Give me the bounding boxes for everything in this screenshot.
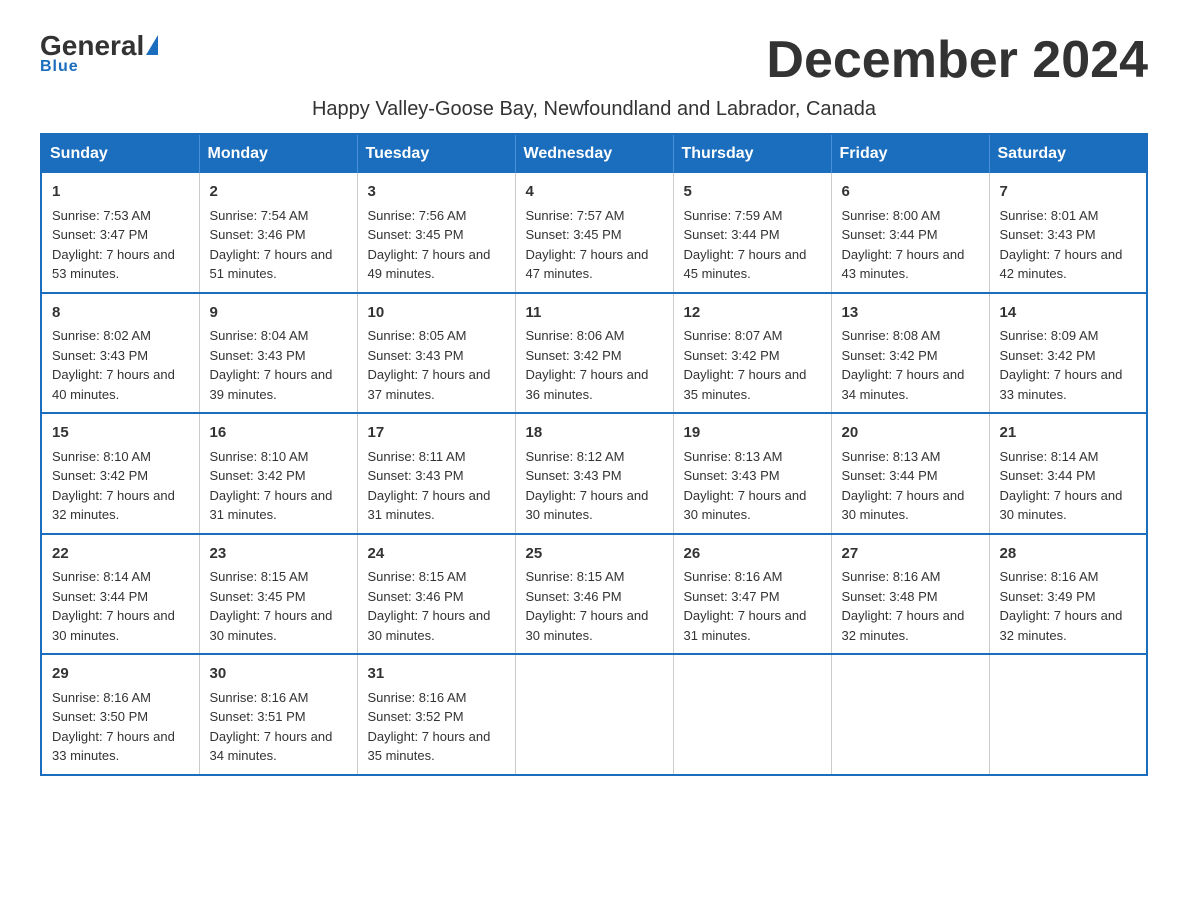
calendar-cell: 8Sunrise: 8:02 AMSunset: 3:43 PMDaylight…: [41, 293, 199, 414]
day-number: 16: [210, 422, 347, 445]
day-number: 17: [368, 422, 505, 445]
day-number: 20: [842, 422, 979, 445]
calendar-cell: 2Sunrise: 7:54 AMSunset: 3:46 PMDaylight…: [199, 173, 357, 293]
calendar-cell: [831, 654, 989, 775]
day-number: 12: [684, 302, 821, 325]
day-number: 15: [52, 422, 189, 445]
day-number: 11: [526, 302, 663, 325]
col-header-saturday: Saturday: [989, 134, 1147, 173]
calendar-cell: 10Sunrise: 8:05 AMSunset: 3:43 PMDayligh…: [357, 293, 515, 414]
day-number: 23: [210, 543, 347, 566]
calendar-cell: 23Sunrise: 8:15 AMSunset: 3:45 PMDayligh…: [199, 534, 357, 655]
calendar-cell: 12Sunrise: 8:07 AMSunset: 3:42 PMDayligh…: [673, 293, 831, 414]
day-number: 8: [52, 302, 189, 325]
col-header-monday: Monday: [199, 134, 357, 173]
day-number: 29: [52, 663, 189, 686]
logo-blue-text: Blue: [40, 58, 79, 76]
calendar-cell: 14Sunrise: 8:09 AMSunset: 3:42 PMDayligh…: [989, 293, 1147, 414]
day-number: 21: [1000, 422, 1137, 445]
calendar-cell: 20Sunrise: 8:13 AMSunset: 3:44 PMDayligh…: [831, 413, 989, 534]
week-row-3: 15Sunrise: 8:10 AMSunset: 3:42 PMDayligh…: [41, 413, 1147, 534]
day-number: 18: [526, 422, 663, 445]
day-number: 31: [368, 663, 505, 686]
day-number: 3: [368, 181, 505, 204]
calendar-cell: 11Sunrise: 8:06 AMSunset: 3:42 PMDayligh…: [515, 293, 673, 414]
calendar: SundayMondayTuesdayWednesdayThursdayFrid…: [40, 133, 1148, 776]
calendar-cell: 1Sunrise: 7:53 AMSunset: 3:47 PMDaylight…: [41, 173, 199, 293]
month-title: December 2024: [766, 30, 1148, 90]
calendar-cell: 13Sunrise: 8:08 AMSunset: 3:42 PMDayligh…: [831, 293, 989, 414]
calendar-cell: 29Sunrise: 8:16 AMSunset: 3:50 PMDayligh…: [41, 654, 199, 775]
calendar-cell: 19Sunrise: 8:13 AMSunset: 3:43 PMDayligh…: [673, 413, 831, 534]
day-number: 5: [684, 181, 821, 204]
calendar-cell: 30Sunrise: 8:16 AMSunset: 3:51 PMDayligh…: [199, 654, 357, 775]
day-number: 24: [368, 543, 505, 566]
calendar-cell: 15Sunrise: 8:10 AMSunset: 3:42 PMDayligh…: [41, 413, 199, 534]
subtitle: Happy Valley-Goose Bay, Newfoundland and…: [40, 98, 1148, 121]
day-number: 28: [1000, 543, 1137, 566]
calendar-cell: 28Sunrise: 8:16 AMSunset: 3:49 PMDayligh…: [989, 534, 1147, 655]
week-row-1: 1Sunrise: 7:53 AMSunset: 3:47 PMDaylight…: [41, 173, 1147, 293]
day-number: 25: [526, 543, 663, 566]
day-number: 13: [842, 302, 979, 325]
calendar-header-row: SundayMondayTuesdayWednesdayThursdayFrid…: [41, 134, 1147, 173]
logo-triangle-icon: [146, 35, 158, 55]
calendar-cell: 18Sunrise: 8:12 AMSunset: 3:43 PMDayligh…: [515, 413, 673, 534]
col-header-tuesday: Tuesday: [357, 134, 515, 173]
calendar-cell: 6Sunrise: 8:00 AMSunset: 3:44 PMDaylight…: [831, 173, 989, 293]
calendar-cell: 4Sunrise: 7:57 AMSunset: 3:45 PMDaylight…: [515, 173, 673, 293]
col-header-wednesday: Wednesday: [515, 134, 673, 173]
calendar-cell: 22Sunrise: 8:14 AMSunset: 3:44 PMDayligh…: [41, 534, 199, 655]
header: General Blue December 2024: [40, 30, 1148, 90]
day-number: 19: [684, 422, 821, 445]
calendar-cell: 24Sunrise: 8:15 AMSunset: 3:46 PMDayligh…: [357, 534, 515, 655]
calendar-cell: 7Sunrise: 8:01 AMSunset: 3:43 PMDaylight…: [989, 173, 1147, 293]
calendar-cell: 17Sunrise: 8:11 AMSunset: 3:43 PMDayligh…: [357, 413, 515, 534]
calendar-cell: 9Sunrise: 8:04 AMSunset: 3:43 PMDaylight…: [199, 293, 357, 414]
day-number: 6: [842, 181, 979, 204]
day-number: 26: [684, 543, 821, 566]
col-header-sunday: Sunday: [41, 134, 199, 173]
day-number: 30: [210, 663, 347, 686]
calendar-cell: 27Sunrise: 8:16 AMSunset: 3:48 PMDayligh…: [831, 534, 989, 655]
day-number: 4: [526, 181, 663, 204]
col-header-thursday: Thursday: [673, 134, 831, 173]
day-number: 10: [368, 302, 505, 325]
calendar-cell: 5Sunrise: 7:59 AMSunset: 3:44 PMDaylight…: [673, 173, 831, 293]
day-number: 2: [210, 181, 347, 204]
day-number: 1: [52, 181, 189, 204]
calendar-cell: [989, 654, 1147, 775]
week-row-5: 29Sunrise: 8:16 AMSunset: 3:50 PMDayligh…: [41, 654, 1147, 775]
calendar-cell: 25Sunrise: 8:15 AMSunset: 3:46 PMDayligh…: [515, 534, 673, 655]
calendar-cell: 21Sunrise: 8:14 AMSunset: 3:44 PMDayligh…: [989, 413, 1147, 534]
day-number: 7: [1000, 181, 1137, 204]
col-header-friday: Friday: [831, 134, 989, 173]
calendar-cell: 26Sunrise: 8:16 AMSunset: 3:47 PMDayligh…: [673, 534, 831, 655]
week-row-2: 8Sunrise: 8:02 AMSunset: 3:43 PMDaylight…: [41, 293, 1147, 414]
logo: General Blue: [40, 30, 158, 76]
day-number: 9: [210, 302, 347, 325]
day-number: 27: [842, 543, 979, 566]
calendar-cell: 3Sunrise: 7:56 AMSunset: 3:45 PMDaylight…: [357, 173, 515, 293]
week-row-4: 22Sunrise: 8:14 AMSunset: 3:44 PMDayligh…: [41, 534, 1147, 655]
calendar-cell: 16Sunrise: 8:10 AMSunset: 3:42 PMDayligh…: [199, 413, 357, 534]
day-number: 14: [1000, 302, 1137, 325]
calendar-cell: [673, 654, 831, 775]
calendar-cell: [515, 654, 673, 775]
calendar-cell: 31Sunrise: 8:16 AMSunset: 3:52 PMDayligh…: [357, 654, 515, 775]
day-number: 22: [52, 543, 189, 566]
